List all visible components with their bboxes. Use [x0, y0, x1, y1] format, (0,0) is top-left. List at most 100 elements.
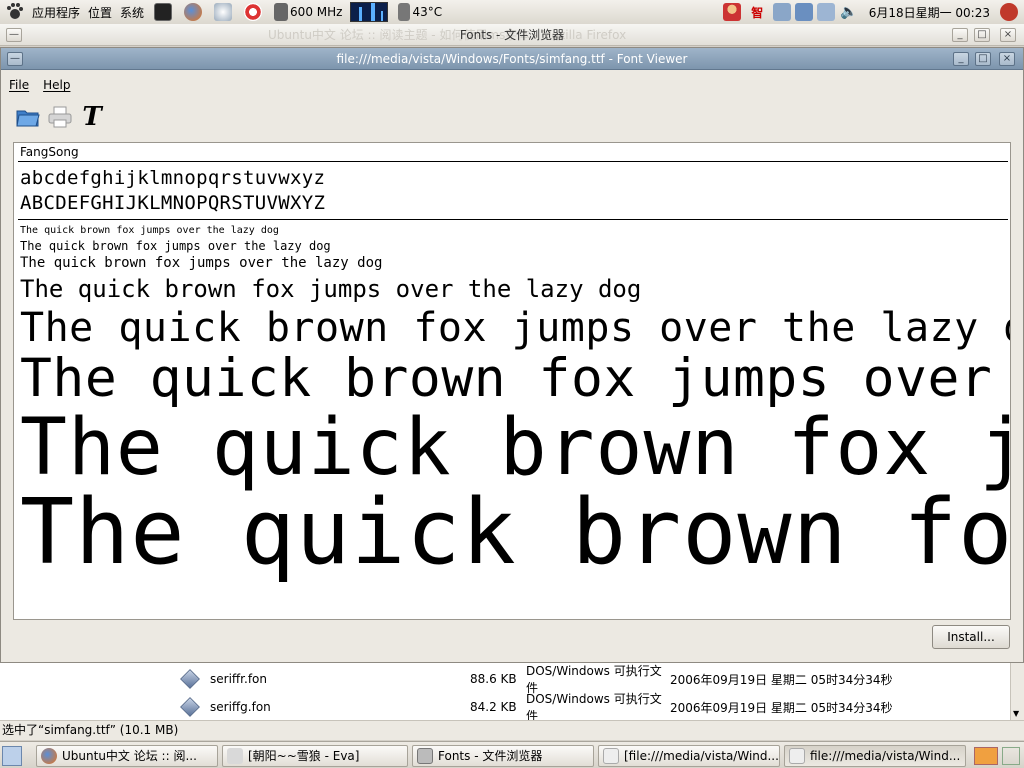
status-bar: 选中了“simfang.ttf” (10.1 MB) [0, 720, 1024, 740]
gnome-foot-icon[interactable] [0, 0, 28, 25]
places-menu[interactable]: 位置 [84, 0, 116, 25]
user-switcher[interactable] [717, 0, 747, 25]
task-file-browser[interactable]: Fonts - 文件浏览器 [412, 745, 594, 767]
top-panel: 应用程序 位置 系统 600 MHz 43°C 智 🔈 6月18日星期一 00:… [0, 0, 1024, 25]
file-date: 2006年09月19日 星期二 05时34分34秒 [670, 700, 893, 715]
close-button[interactable]: × [1000, 28, 1016, 42]
firefox-icon [41, 748, 57, 764]
file-name: seriffg.fon [210, 700, 271, 714]
display-icon[interactable] [817, 3, 836, 21]
terminal-launcher[interactable] [148, 0, 178, 25]
logout-button[interactable] [994, 0, 1024, 25]
network-icon [214, 3, 233, 21]
firefox-icon [184, 3, 203, 21]
system-menu[interactable]: 系统 [116, 0, 148, 25]
network-launcher[interactable] [208, 0, 238, 25]
pangram-90: The quick brown fox jumps over the lazy … [20, 480, 1011, 585]
task-label: file:///media/vista/Wind... [810, 749, 961, 763]
lowercase-sample: abcdefghijklmnopqrstuvwxyz [20, 167, 326, 189]
lifebuoy-icon [244, 3, 263, 21]
clock[interactable]: 6月18日星期一 00:23 [865, 0, 994, 25]
temperature-value: 43°C [412, 5, 443, 19]
workspace-switcher[interactable] [974, 747, 998, 765]
task-font-viewer-2[interactable]: file:///media/vista/Wind... [784, 745, 966, 767]
font-viewer-icon [789, 748, 805, 764]
file-size: 88.6 KB [470, 672, 517, 686]
task-label: [朝阳~~雪狼 - Eva] [248, 749, 360, 763]
font-t-icon: T [82, 102, 102, 132]
input-method-applet[interactable]: 智 [747, 0, 767, 25]
power-icon [1000, 3, 1018, 21]
pangram-10: The quick brown fox jumps over the lazy … [20, 225, 279, 236]
show-desktop-button[interactable] [2, 746, 22, 766]
pangram-24: The quick brown fox jumps over the lazy … [20, 275, 642, 303]
font-file-icon [180, 697, 200, 717]
update-icon[interactable] [773, 3, 792, 21]
task-music-player[interactable]: [朝阳~~雪狼 - Eva] [222, 745, 408, 767]
printer-icon [48, 106, 72, 128]
applications-menu[interactable]: 应用程序 [28, 0, 84, 25]
scroll-down-arrow-icon[interactable]: ▼ [1013, 709, 1019, 718]
network-status-icon[interactable] [795, 3, 814, 21]
font-file-icon [180, 669, 200, 689]
task-firefox[interactable]: Ubuntu中文 论坛 :: 阅... [36, 745, 218, 767]
volume-icon[interactable]: 🔈 [840, 4, 857, 20]
pangram-40: The quick brown fox jumps over the lazy … [20, 305, 1011, 351]
menubar: File Help [1, 74, 1023, 96]
cpu-freq-applet[interactable]: 600 MHz [268, 0, 346, 25]
menu-help[interactable]: Help [43, 78, 70, 92]
cpu-icon [274, 3, 289, 21]
task-label: Ubuntu中文 论坛 :: 阅... [62, 749, 197, 763]
file-cabinet-icon [417, 748, 433, 764]
file-row[interactable]: seriffr.fon 88.6 KB DOS/Windows 可执行文件 20… [152, 664, 1010, 695]
cpu-freq-value: 600 MHz [290, 5, 343, 19]
close-button[interactable]: × [999, 52, 1015, 66]
minimize-button[interactable]: _ [952, 28, 968, 42]
open-button[interactable] [15, 104, 41, 130]
task-label: Fonts - 文件浏览器 [438, 749, 543, 763]
minimize-button[interactable]: _ [953, 52, 969, 66]
file-browser-titlebar[interactable]: — Ubuntu中文 论坛 :: 阅读主题 - 如何使用ms字体 - Mozil… [0, 24, 1024, 46]
font-viewer-window: — file:///media/vista/Windows/Fonts/simf… [0, 47, 1024, 663]
terminal-icon [154, 3, 173, 21]
font-viewer-title: file:///media/vista/Windows/Fonts/simfan… [336, 52, 688, 66]
maximize-button[interactable]: □ [974, 28, 990, 42]
task-font-viewer-1[interactable]: [file:///media/vista/Wind... [598, 745, 780, 767]
font-info-button[interactable]: T [79, 104, 105, 130]
music-icon [227, 748, 243, 764]
task-label: [file:///media/vista/Wind... [624, 749, 779, 763]
trash-icon[interactable] [1002, 747, 1020, 765]
toolbar: T [1, 98, 1023, 136]
menu-file[interactable]: File [9, 78, 29, 92]
file-row[interactable]: seriffg.fon 84.2 KB DOS/Windows 可执行文件 20… [152, 692, 1010, 723]
font-viewer-icon [603, 748, 619, 764]
print-button[interactable] [47, 104, 73, 130]
file-size: 84.2 KB [470, 700, 517, 714]
pangram-12: The quick brown fox jumps over the lazy … [20, 239, 331, 253]
file-list: seriffr.fon 88.6 KB DOS/Windows 可执行文件 20… [0, 663, 1010, 723]
file-name: seriffr.fon [210, 672, 267, 686]
tray-icons: 🔈 [767, 0, 864, 25]
thermometer-icon [398, 3, 411, 21]
install-button[interactable]: Install... [932, 625, 1010, 649]
help-launcher[interactable] [238, 0, 268, 25]
font-viewer-titlebar[interactable]: — file:///media/vista/Windows/Fonts/simf… [1, 48, 1023, 70]
file-date: 2006年09月19日 星期二 05时34分34秒 [670, 672, 893, 687]
uppercase-sample: ABCDEFGHIJKLMNOPQRSTUVWXYZ [20, 192, 326, 214]
divider [18, 219, 1008, 220]
maximize-button[interactable]: □ [975, 52, 991, 66]
user-icon [723, 3, 742, 21]
temperature-applet[interactable]: 43°C [392, 0, 446, 25]
bottom-panel: Ubuntu中文 论坛 :: 阅... [朝阳~~雪狼 - Eva] Fonts… [0, 741, 1024, 768]
file-list-scrollbar[interactable]: ▼ [1010, 663, 1024, 720]
pangram-53: The quick brown fox jumps over the lazy … [20, 348, 1010, 409]
pangram-14: The quick brown fox jumps over the lazy … [20, 255, 383, 271]
divider [18, 161, 1008, 162]
font-name: FangSong [20, 145, 79, 159]
file-type: DOS/Windows 可执行文件 [526, 692, 662, 723]
system-monitor-graph [350, 2, 389, 22]
firefox-launcher[interactable] [178, 0, 208, 25]
file-browser-title: Fonts - 文件浏览器 [459, 28, 565, 42]
system-monitor-applet[interactable] [346, 0, 392, 25]
font-preview-area: FangSong abcdefghijklmnopqrstuvwxyz ABCD… [13, 142, 1011, 620]
